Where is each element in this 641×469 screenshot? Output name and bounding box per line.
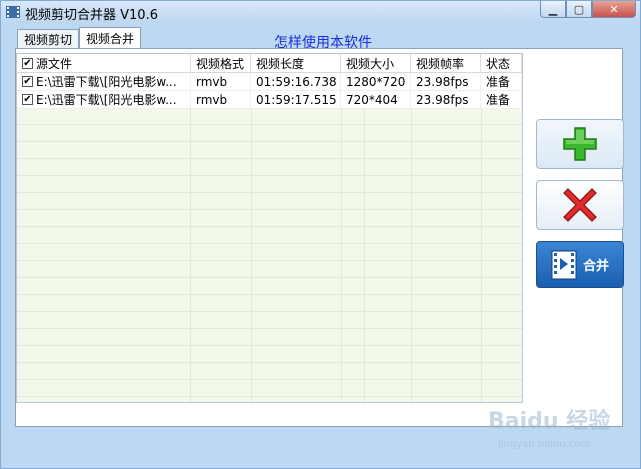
empty-grid bbox=[17, 108, 522, 402]
tab-bar: 视频剪切 视频合并 bbox=[17, 27, 142, 49]
watermark-brand: Baidu 经验 bbox=[488, 409, 611, 434]
header-size[interactable]: 视频大小 bbox=[341, 54, 411, 72]
minimize-icon: ▁ bbox=[548, 2, 558, 16]
maximize-icon: ▢ bbox=[573, 2, 585, 16]
grid-divider bbox=[251, 108, 252, 402]
merge-button-label: 合并 bbox=[582, 259, 609, 274]
cell-length: 01:59:16.738 bbox=[251, 73, 341, 90]
cell-file: ✔ E:\迅雷下载\[阳光电影w... bbox=[17, 73, 191, 90]
file-path: E:\迅雷下载\[阳光电影w... bbox=[36, 93, 177, 107]
cell-status: 准备 bbox=[481, 91, 522, 108]
list-header: ✔ 源文件 视频格式 视频长度 视频大小 视频帧率 状态 bbox=[17, 54, 522, 73]
watermark-url: jingyan.baidu.com bbox=[498, 439, 591, 450]
cell-size: 1280*720 bbox=[341, 73, 411, 90]
cell-size: 720*404 bbox=[341, 91, 411, 108]
header-source-file[interactable]: ✔ 源文件 bbox=[17, 54, 191, 72]
table-row[interactable]: ✔ E:\迅雷下载\[阳光电影w... rmvb 01:59:16.738 12… bbox=[17, 73, 522, 91]
film-app-icon bbox=[6, 6, 20, 18]
tab-video-merge[interactable]: 视频合并 bbox=[79, 27, 142, 49]
cell-file: ✔ E:\迅雷下载\[阳光电影w... bbox=[17, 91, 191, 108]
merge-button[interactable]: 合并 bbox=[536, 241, 624, 288]
add-file-button[interactable] bbox=[536, 119, 624, 169]
grid-divider bbox=[341, 108, 342, 402]
cell-fps: 23.98fps bbox=[411, 73, 481, 90]
grid-divider bbox=[481, 108, 482, 402]
row-checkbox[interactable]: ✔ bbox=[22, 94, 33, 105]
table-row[interactable]: ✔ E:\迅雷下载\[阳光电影w... rmvb 01:59:17.515 72… bbox=[17, 91, 522, 109]
plus-icon bbox=[563, 127, 597, 161]
header-label: 源文件 bbox=[36, 56, 73, 71]
grid-divider bbox=[411, 108, 412, 402]
cell-format: rmvb bbox=[191, 73, 251, 90]
minimize-button[interactable]: ▁ bbox=[540, 1, 566, 18]
baidu-watermark: Baidu 经验 jingyan.baidu.com bbox=[488, 401, 628, 456]
cell-format: rmvb bbox=[191, 91, 251, 108]
delete-x-icon bbox=[563, 188, 597, 222]
title-bar[interactable]: 视频剪切合并器 V10.6 ▁ ▢ ✕ bbox=[1, 1, 640, 23]
tab-video-cut[interactable]: 视频剪切 bbox=[17, 29, 80, 49]
row-checkbox[interactable]: ✔ bbox=[22, 76, 33, 87]
close-icon: ✕ bbox=[609, 2, 619, 16]
select-all-checkbox[interactable]: ✔ bbox=[22, 57, 33, 69]
cell-status: 准备 bbox=[481, 73, 522, 90]
cell-fps: 23.98fps bbox=[411, 91, 481, 108]
header-status[interactable]: 状态 bbox=[481, 54, 522, 72]
app-window: 视频剪切合并器 V10.6 ▁ ▢ ✕ 视频剪切 视频合并 怎样使用本软件 ✔ … bbox=[0, 0, 641, 469]
window-title: 视频剪切合并器 V10.6 bbox=[25, 8, 158, 23]
client-area: 视频剪切 视频合并 怎样使用本软件 ✔ 源文件 视频格式 视频长度 视频大小 视… bbox=[9, 27, 634, 464]
header-fps[interactable]: 视频帧率 bbox=[411, 54, 481, 72]
film-merge-icon bbox=[551, 250, 577, 279]
file-path: E:\迅雷下载\[阳光电影w... bbox=[36, 75, 177, 89]
header-length[interactable]: 视频长度 bbox=[251, 54, 341, 72]
cell-length: 01:59:17.515 bbox=[251, 91, 341, 108]
close-button[interactable]: ✕ bbox=[592, 1, 636, 18]
header-format[interactable]: 视频格式 bbox=[191, 54, 251, 72]
remove-file-button[interactable] bbox=[536, 180, 624, 230]
file-list[interactable]: ✔ 源文件 视频格式 视频长度 视频大小 视频帧率 状态 ✔ E:\迅雷下载\[… bbox=[16, 53, 523, 403]
maximize-button[interactable]: ▢ bbox=[566, 1, 592, 18]
